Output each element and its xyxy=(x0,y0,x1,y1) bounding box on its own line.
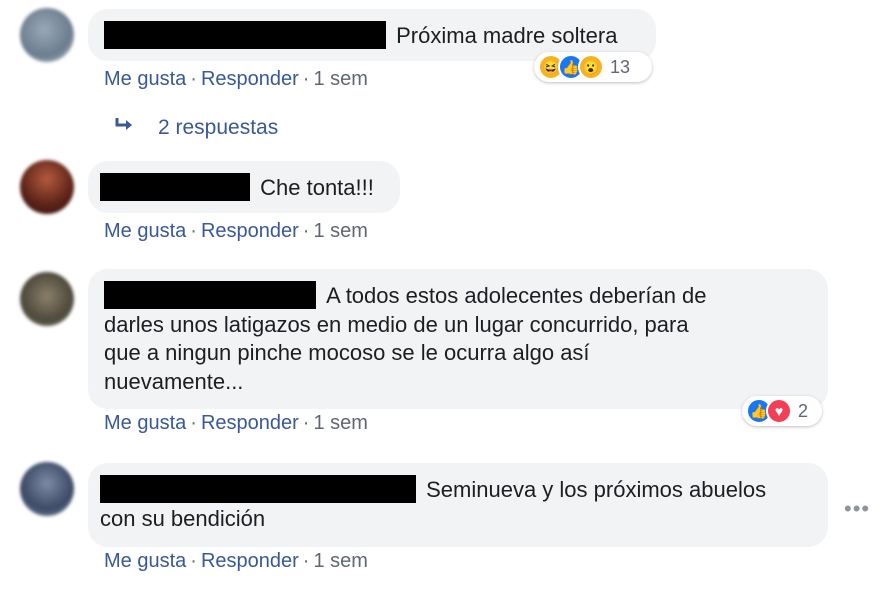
commenter-avatar[interactable] xyxy=(20,160,74,214)
reaction-count: 13 xyxy=(610,56,631,77)
comment-actions: Me gusta · Responder · 1 sem xyxy=(104,550,368,572)
timestamp[interactable]: 1 sem xyxy=(313,68,367,90)
commenter-avatar[interactable] xyxy=(20,272,74,326)
reaction-summary[interactable]: 👍 ♥ 2 xyxy=(742,396,822,426)
commenter-avatar[interactable] xyxy=(20,8,74,62)
comment-bubble: Che tonta!!! xyxy=(88,161,400,213)
comment-text-line: con su bendición xyxy=(100,505,266,531)
comment-text: Próxima madre soltera xyxy=(396,23,618,48)
commenter-avatar[interactable] xyxy=(20,462,74,516)
reply-link[interactable]: Responder xyxy=(201,550,299,572)
reply-arrow-icon xyxy=(114,116,142,140)
like-link[interactable]: Me gusta xyxy=(104,68,186,90)
reply-link[interactable]: Responder xyxy=(201,220,299,242)
redacted-author-name xyxy=(104,281,316,309)
comment-text-line: nuevamente... xyxy=(104,368,244,394)
comment-text-line: A todos estos adolecentes deberían de xyxy=(326,283,707,308)
comment-text-line: Seminueva y los próximos abuelos xyxy=(426,477,767,502)
reaction-count: 2 xyxy=(798,400,809,421)
reply-link[interactable]: Responder xyxy=(201,412,299,434)
love-reaction-icon: ♥ xyxy=(766,398,792,424)
reaction-summary[interactable]: 😆 👍 😮 13 xyxy=(534,52,652,82)
comment-bubble: Seminueva y los próximos abuelos con su … xyxy=(88,463,828,547)
timestamp[interactable]: 1 sem xyxy=(313,550,367,572)
comment-text: Che tonta!!! xyxy=(260,175,374,200)
comment-text-line: que a ningun pinche mocoso se le ocurra … xyxy=(104,340,590,365)
more-options-icon[interactable]: ••• xyxy=(844,496,870,522)
view-replies-link[interactable]: 2 respuestas xyxy=(114,116,278,140)
like-link[interactable]: Me gusta xyxy=(104,412,186,434)
comment-actions: Me gusta · Responder · 1 sem xyxy=(104,412,368,434)
timestamp[interactable]: 1 sem xyxy=(313,412,367,434)
like-link[interactable]: Me gusta xyxy=(104,550,186,572)
like-link[interactable]: Me gusta xyxy=(104,220,186,242)
reply-link[interactable]: Responder xyxy=(201,68,299,90)
timestamp[interactable]: 1 sem xyxy=(313,220,367,242)
comment-actions: Me gusta · Responder · 1 sem xyxy=(104,220,368,242)
wow-reaction-icon: 😮 xyxy=(578,54,604,80)
redacted-author-name xyxy=(104,21,386,49)
replies-count-label: 2 respuestas xyxy=(158,116,279,139)
redacted-author-name xyxy=(100,173,250,201)
comment-bubble: A todos estos adolecentes deberían de da… xyxy=(88,269,828,409)
comment-actions: Me gusta · Responder · 1 sem xyxy=(104,68,368,90)
comment-text-line: darles unos latigazos en medio de un lug… xyxy=(104,311,689,337)
redacted-author-name xyxy=(100,475,416,503)
